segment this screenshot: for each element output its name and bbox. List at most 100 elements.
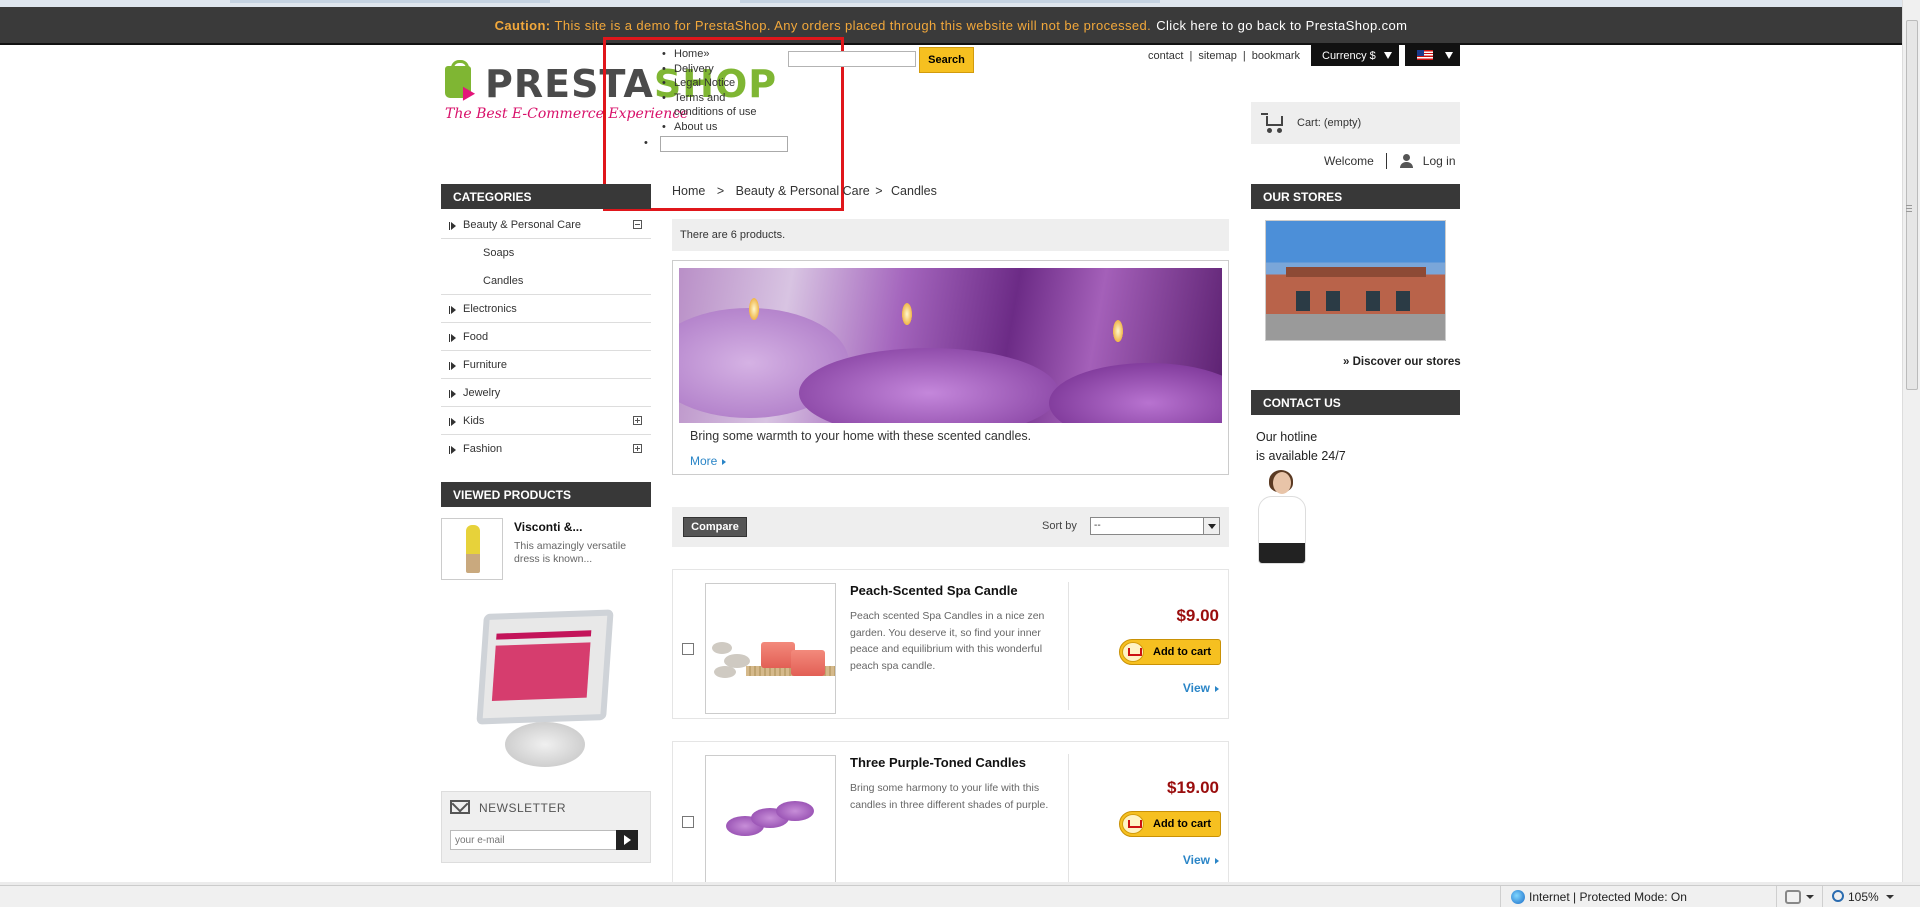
- browser-tab[interactable]: [230, 0, 550, 3]
- sitemap-link[interactable]: sitemap: [1198, 50, 1237, 62]
- language-selector[interactable]: [1405, 45, 1460, 66]
- discover-stores-link[interactable]: » Discover our stores: [1343, 356, 1461, 368]
- caution-label: Caution:: [494, 17, 551, 33]
- header-links: contact | sitemap | bookmark: [1148, 50, 1300, 62]
- protected-mode-icon[interactable]: [1785, 890, 1801, 904]
- cart-label: Cart: (empty): [1297, 117, 1362, 129]
- expand-icon[interactable]: [633, 416, 642, 425]
- hotline-line2: is available 24/7: [1256, 449, 1346, 463]
- product-thumbnail[interactable]: [441, 518, 503, 580]
- category-candles[interactable]: Candles: [441, 267, 651, 295]
- category-furniture[interactable]: Furniture: [441, 351, 651, 379]
- category-label: Candles: [483, 274, 524, 287]
- viewed-product-name[interactable]: Visconti &...: [514, 520, 582, 534]
- category-label: Furniture: [463, 358, 508, 371]
- category-label: Food: [463, 330, 489, 343]
- category-label: Jewelry: [463, 386, 501, 399]
- category-soaps[interactable]: Soaps: [441, 239, 651, 267]
- category-beauty-personal-care[interactable]: Beauty & Personal Care: [441, 211, 651, 239]
- newsletter-email-input[interactable]: [450, 830, 618, 850]
- category-description: Bring some warmth to your home with thes…: [690, 429, 1032, 443]
- browser-tab-strip: [0, 0, 1920, 7]
- arrow-right-icon: [449, 362, 456, 370]
- contact-link[interactable]: contact: [1148, 50, 1183, 62]
- sort-value: --: [1094, 520, 1101, 531]
- breadcrumb-home[interactable]: Home: [672, 184, 705, 198]
- newsletter-submit-button[interactable]: [616, 830, 638, 850]
- newsletter-title: NEWSLETTER: [479, 801, 567, 815]
- product-price: $19.00: [1167, 778, 1219, 797]
- zoom-level[interactable]: 105%: [1848, 890, 1879, 904]
- expand-icon[interactable]: [633, 444, 642, 453]
- compare-checkbox[interactable]: [682, 816, 694, 828]
- breadcrumb-current: Candles: [891, 184, 937, 198]
- product-description: Peach scented Spa Candles in a nice zen …: [850, 610, 1045, 672]
- category-jewelry[interactable]: Jewelry: [441, 379, 651, 407]
- welcome-text: Welcome: [1324, 154, 1374, 168]
- chevron-down-icon[interactable]: [1886, 895, 1894, 899]
- envelope-icon: [450, 800, 470, 814]
- zoom-icon[interactable]: [1832, 890, 1844, 902]
- our-stores-title: OUR STORES: [1251, 184, 1460, 209]
- search-button[interactable]: Search: [919, 47, 974, 73]
- currency-selector[interactable]: Currency $: [1311, 45, 1399, 66]
- support-agent-image: [1253, 470, 1308, 567]
- promo-monitor-image[interactable]: [470, 604, 620, 774]
- globe-icon: [1511, 890, 1525, 904]
- chevron-down-icon[interactable]: [1806, 895, 1814, 899]
- compare-checkbox[interactable]: [682, 643, 694, 655]
- view-link[interactable]: View: [1183, 853, 1219, 867]
- arrow-right-icon: [1215, 857, 1219, 864]
- hotline-line1: Our hotline: [1256, 430, 1318, 444]
- category-kids[interactable]: Kids: [441, 407, 651, 435]
- search-input[interactable]: [788, 51, 916, 67]
- cart-icon: [1122, 642, 1144, 662]
- viewed-products-title: VIEWED PRODUCTS: [441, 482, 651, 507]
- product-count: There are 6 products.: [672, 219, 1229, 251]
- product-name[interactable]: Peach-Scented Spa Candle: [850, 583, 1018, 598]
- breadcrumb-level1[interactable]: Beauty & Personal Care: [736, 184, 870, 198]
- category-fashion[interactable]: Fashion: [441, 435, 651, 463]
- hotline-text: Our hotline is available 24/7: [1256, 428, 1346, 466]
- dropdown-arrow-icon[interactable]: [1203, 518, 1219, 534]
- breadcrumb-sep: >: [716, 184, 725, 198]
- add-to-cart-button[interactable]: Add to cart: [1119, 811, 1221, 837]
- add-to-cart-button[interactable]: Add to cart: [1119, 639, 1221, 665]
- vertical-scrollbar[interactable]: [1902, 0, 1920, 882]
- user-info: Welcome Log in: [1324, 153, 1456, 169]
- view-link[interactable]: View: [1183, 681, 1219, 695]
- product-item: Peach-Scented Spa Candle Peach scented S…: [672, 569, 1229, 719]
- category-label: Soaps: [483, 247, 515, 259]
- contact-us-title: CONTACT US: [1251, 390, 1460, 415]
- viewed-product-item[interactable]: Visconti &... This amazingly versatile d…: [441, 518, 651, 582]
- product-name[interactable]: Three Purple-Toned Candles: [850, 755, 1026, 770]
- arrow-right-icon: [449, 390, 456, 398]
- sort-select[interactable]: --: [1090, 517, 1220, 535]
- category-label: Fashion: [463, 443, 503, 455]
- separator: |: [1242, 50, 1246, 62]
- separator: |: [1189, 50, 1193, 62]
- compare-button[interactable]: Compare: [683, 517, 747, 537]
- product-image[interactable]: [705, 583, 836, 714]
- browser-tab[interactable]: [740, 0, 1160, 3]
- category-description-box: Bring some warmth to your home with thes…: [672, 260, 1229, 475]
- store-image[interactable]: [1265, 220, 1446, 341]
- cart-summary[interactable]: Cart: (empty): [1251, 102, 1460, 144]
- bookmark-link[interactable]: bookmark: [1252, 50, 1300, 62]
- us-flag-icon: [1417, 50, 1433, 60]
- product-image[interactable]: [705, 755, 836, 883]
- category-food[interactable]: Food: [441, 323, 651, 351]
- collapse-icon[interactable]: [633, 220, 642, 229]
- login-link[interactable]: Log in: [1423, 154, 1456, 168]
- demo-caution-banner: Caution: This site is a demo for PrestaS…: [0, 7, 1902, 45]
- more-link[interactable]: More: [690, 454, 727, 468]
- arrow-right-icon: [1215, 685, 1219, 692]
- category-electronics[interactable]: Electronics: [441, 295, 651, 323]
- categories-list: Beauty & Personal Care Soaps Candles Ele…: [441, 211, 651, 463]
- back-to-prestashop-link[interactable]: Click here to go back to PrestaShop.com: [1156, 18, 1407, 33]
- arrow-right-icon: [449, 306, 456, 314]
- sort-label: Sort by: [1042, 520, 1077, 532]
- category-label: Kids: [463, 414, 485, 427]
- newsletter-block: NEWSLETTER: [441, 791, 651, 863]
- caret-down-icon: [1384, 52, 1392, 59]
